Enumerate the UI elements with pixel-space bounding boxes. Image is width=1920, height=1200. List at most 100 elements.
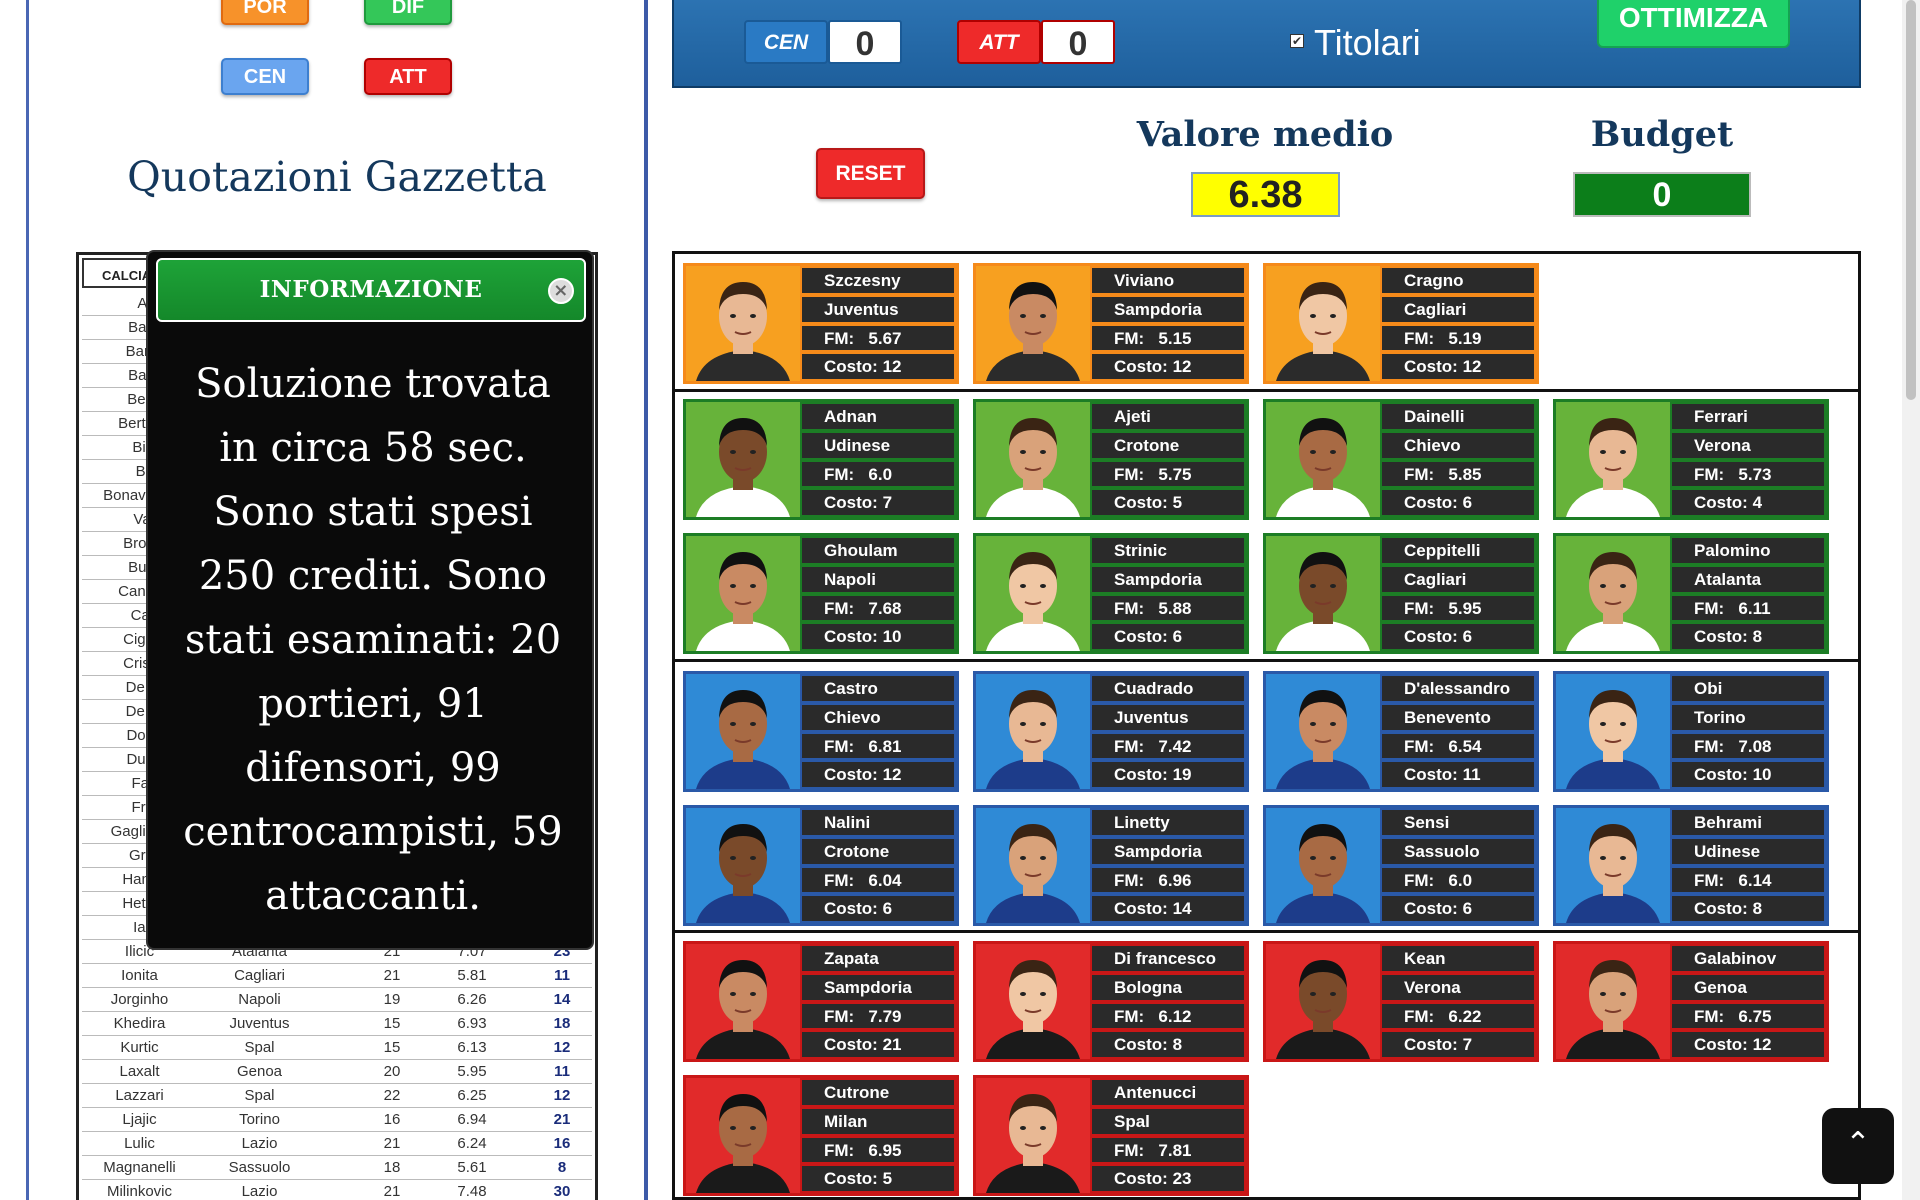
player-card-por[interactable]: Cragno Cagliari FM: 5.19 Costo: 12 [1263, 263, 1539, 384]
table-cell-name: Gra [128, 847, 154, 864]
cost-value: 5 [882, 1169, 893, 1189]
player-avatar-icon [1566, 552, 1660, 651]
filter-att-button[interactable]: ATT [364, 58, 452, 95]
table-cell-cost: 12 [553, 1087, 571, 1104]
player-info: Strinic Sampdoria FM: 5.88 Costo: 6 [1090, 536, 1246, 651]
player-team: Chievo [1380, 430, 1536, 460]
player-team: Atalanta [1670, 564, 1826, 594]
player-photo [1266, 536, 1380, 651]
player-card-att[interactable]: Galabinov Genoa FM: 6.75 Costo: 12 [1553, 941, 1829, 1062]
player-info: Galabinov Genoa FM: 6.75 Costo: 12 [1670, 944, 1826, 1059]
row-divider [672, 930, 1861, 933]
cost-value: 5 [1172, 493, 1183, 513]
player-card-cen[interactable]: Linetty Sampdoria FM: 6.96 Costo: 14 [973, 805, 1249, 926]
fm-label: FM: [824, 464, 855, 484]
player-card-dif[interactable]: Strinic Sampdoria FM: 5.88 Costo: 6 [973, 533, 1249, 654]
player-card-att[interactable]: Kean Verona FM: 6.22 Costo: 7 [1263, 941, 1539, 1062]
table-cell-team: Torino [239, 1111, 280, 1128]
player-team: Verona [1380, 972, 1536, 1002]
player-card-dif[interactable]: Ghoulam Napoli FM: 7.68 Costo: 10 [683, 533, 959, 654]
player-photo [686, 266, 800, 381]
player-info: Sensi Sassuolo FM: 6.0 Costo: 6 [1380, 808, 1536, 923]
player-avatar-icon [986, 824, 1080, 923]
fm-value: 7.68 [868, 598, 902, 618]
table-cell-fm: 7.48 [457, 1183, 487, 1200]
player-name: Di francesco [1090, 944, 1246, 973]
player-photo [1556, 674, 1670, 789]
player-fm: FM: 5.85 [1380, 459, 1536, 489]
table-cell-name: Ljajic [122, 1111, 157, 1128]
player-card-dif[interactable]: Dainelli Chievo FM: 5.85 Costo: 6 [1263, 399, 1539, 520]
player-card-cen[interactable]: Sensi Sassuolo FM: 6.0 Costo: 6 [1263, 805, 1539, 926]
player-card-cen[interactable]: Castro Chievo FM: 6.81 Costo: 12 [683, 671, 959, 792]
player-card-cen[interactable]: Cuadrado Juventus FM: 7.42 Costo: 19 [973, 671, 1249, 792]
player-card-att[interactable]: Di francesco Bologna FM: 6.12 Costo: 8 [973, 941, 1249, 1062]
cost-value: 8 [1752, 627, 1763, 647]
player-photo [1266, 266, 1380, 381]
titolari-checkbox[interactable]: ✔ [1290, 34, 1304, 49]
player-card-att[interactable]: Cutrone Milan FM: 6.95 Costo: 5 [683, 1075, 959, 1196]
table-cell-name: Ben [127, 391, 154, 408]
cost-label: Costo: [1694, 765, 1748, 785]
player-card-por[interactable]: Viviano Sampdoria FM: 5.15 Costo: 12 [973, 263, 1249, 384]
player-photo [1556, 944, 1670, 1059]
player-info: Antenucci Spal FM: 7.81 Costo: 23 [1090, 1078, 1246, 1193]
player-cost: Costo: 6 [1380, 488, 1536, 517]
fm-value: 5.19 [1448, 328, 1482, 348]
reset-button[interactable]: RESET [816, 148, 925, 199]
player-card-att[interactable]: Antenucci Spal FM: 7.81 Costo: 23 [973, 1075, 1249, 1196]
titolari-toggle[interactable]: ✔ Titolari [1290, 22, 1421, 64]
fm-value: 5.67 [868, 328, 902, 348]
cost-label: Costo: [1114, 1035, 1168, 1055]
player-card-cen[interactable]: Nalini Crotone FM: 6.04 Costo: 6 [683, 805, 959, 926]
player-team: Bologna [1090, 972, 1246, 1002]
table-cell-name: All [82, 295, 154, 312]
player-info: Behrami Udinese FM: 6.14 Costo: 8 [1670, 808, 1826, 923]
player-name: Palomino [1670, 536, 1826, 565]
player-card-dif[interactable]: Ajeti Crotone FM: 5.75 Costo: 5 [973, 399, 1249, 520]
player-team: Crotone [800, 836, 956, 866]
player-avatar-icon [986, 552, 1080, 651]
player-card-dif[interactable]: Adnan Udinese FM: 6.0 Costo: 7 [683, 399, 959, 520]
table-cell-pg: 18 [383, 1159, 401, 1176]
scrollbar-thumb[interactable] [1906, 0, 1916, 400]
player-card-por[interactable]: Szczesny Juventus FM: 5.67 Costo: 12 [683, 263, 959, 384]
fm-label: FM: [1404, 464, 1435, 484]
player-card-dif[interactable]: Ceppitelli Cagliari FM: 5.95 Costo: 6 [1263, 533, 1539, 654]
cost-value: 12 [882, 765, 902, 785]
player-card-att[interactable]: Zapata Sampdoria FM: 7.79 Costo: 21 [683, 941, 959, 1062]
fm-value: 6.11 [1738, 598, 1771, 618]
ottimizza-button[interactable]: OTTIMIZZA [1597, 0, 1790, 48]
cost-label: Costo: [1114, 493, 1168, 513]
filter-dif-button[interactable]: DIF [364, 0, 452, 25]
filter-por-button[interactable]: POR [221, 0, 309, 25]
player-avatar-icon [696, 282, 790, 381]
filter-cen-button[interactable]: CEN [221, 58, 309, 95]
scroll-top-button[interactable]: ⌃ [1822, 1108, 1894, 1184]
cost-label: Costo: [824, 1169, 878, 1189]
player-cost: Costo: 12 [800, 760, 956, 789]
player-cost: Costo: 21 [800, 1030, 956, 1059]
player-card-cen[interactable]: D'alessandro Benevento FM: 6.54 Costo: 11 [1263, 671, 1539, 792]
player-card-dif[interactable]: Ferrari Verona FM: 5.73 Costo: 4 [1553, 399, 1829, 520]
player-avatar-icon [1566, 418, 1660, 517]
player-cost: Costo: 8 [1670, 622, 1826, 651]
info-modal: INFORMAZIONE × Soluzione trovata in circ… [146, 250, 594, 950]
player-avatar-icon [986, 418, 1080, 517]
player-card-cen[interactable]: Behrami Udinese FM: 6.14 Costo: 8 [1553, 805, 1829, 926]
close-icon[interactable]: × [548, 278, 574, 304]
player-info: Ghoulam Napoli FM: 7.68 Costo: 10 [800, 536, 956, 651]
table-cell-cost: 11 [554, 1063, 570, 1080]
player-photo [686, 1078, 800, 1193]
player-card-cen[interactable]: Obi Torino FM: 7.08 Costo: 10 [1553, 671, 1829, 792]
cost-value: 21 [882, 1035, 902, 1055]
table-cell-name: Far [131, 775, 155, 792]
player-name: Linetty [1090, 808, 1246, 837]
player-card-dif[interactable]: Palomino Atalanta FM: 6.11 Costo: 8 [1553, 533, 1829, 654]
modal-header: INFORMAZIONE × [156, 258, 586, 322]
fm-label: FM: [824, 1140, 855, 1160]
player-avatar-icon [696, 1094, 790, 1193]
fm-label: FM: [824, 736, 855, 756]
table-cell-cost: 30 [553, 1183, 571, 1200]
fm-label: FM: [1114, 598, 1145, 618]
